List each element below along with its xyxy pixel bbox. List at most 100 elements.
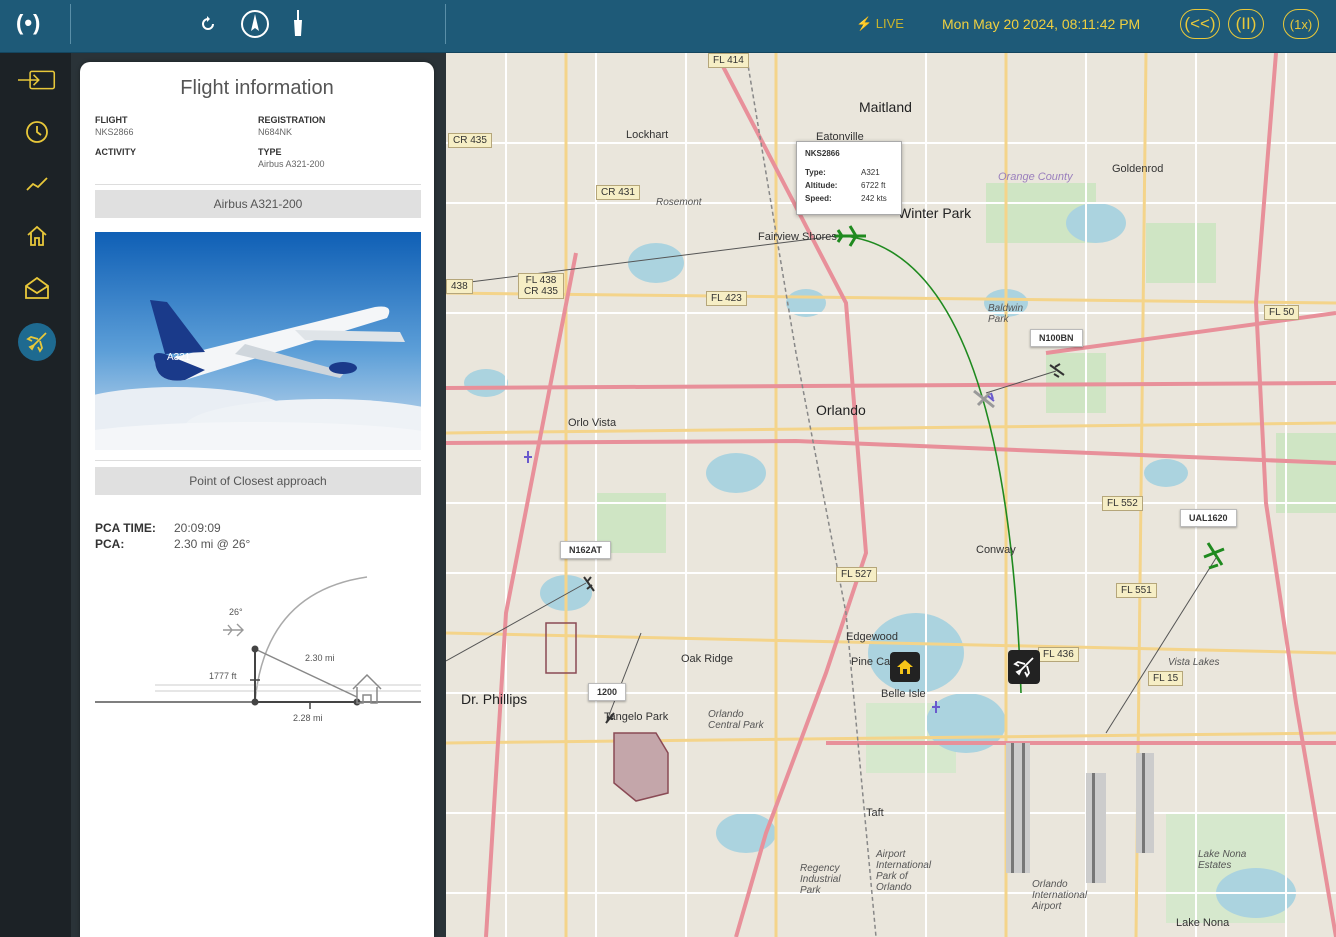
airport-marker[interactable] [1008, 650, 1040, 684]
svg-text:A321: A321 [167, 352, 191, 363]
pca-value: 2.30 mi @ 26° [174, 537, 251, 551]
flight-value: NKS2866 [95, 127, 134, 137]
aircraft-tag-n100bn[interactable]: N100BN [1030, 329, 1083, 347]
place-label: Taft [866, 807, 884, 819]
place-label: Lake Nona Estates [1198, 849, 1247, 871]
registration-value: N684NK [258, 127, 293, 137]
divider [95, 460, 421, 461]
pca-label: PCA: [95, 537, 125, 551]
route-label: FL 423 [706, 291, 747, 306]
place-label: Orlando International Airport [1032, 879, 1088, 912]
login-icon[interactable] [18, 61, 56, 99]
tooltip-callsign: NKS2866 [805, 149, 840, 158]
speed-button[interactable]: (1x) [1283, 9, 1319, 39]
mail-icon[interactable] [18, 269, 56, 307]
route-label: FL 552 [1102, 496, 1143, 511]
route-label: CR 431 [596, 185, 640, 200]
live-indicator: ⚡ LIVE [856, 16, 904, 31]
type-value: Airbus A321-200 [258, 159, 325, 169]
place-label: Regency Industrial Park [800, 863, 841, 896]
flight-info-panel: Flight information FLIGHT NKS2866 REGIST… [80, 62, 434, 937]
route-label: FL 414 [708, 53, 749, 68]
pca-time-value: 20:09:09 [174, 521, 221, 535]
place-label: Orlo Vista [568, 417, 617, 429]
clock-icon[interactable] [18, 113, 56, 151]
place-label: Belle Isle [881, 688, 926, 700]
aircraft-ual1620-icon [1203, 542, 1225, 570]
place-label: Baldwin Park [988, 303, 1024, 325]
activity-label: ACTIVITY [95, 147, 137, 157]
plane-icon[interactable] [18, 323, 56, 361]
ground-distance-label: 2.28 mi [293, 713, 323, 723]
aircraft-tag-1200[interactable]: 1200 [588, 683, 627, 701]
divider [445, 4, 446, 44]
registration-label: REGISTRATION [258, 115, 326, 125]
place-label: Oak Ridge [681, 653, 733, 665]
route-label: FL 50 [1264, 305, 1300, 320]
app-logo[interactable]: (•) [16, 10, 41, 36]
map-view[interactable]: Maitland Lockhart Winter Park Fairview S… [446, 53, 1336, 937]
pca-banner: Point of Closest approach [95, 467, 421, 495]
aircraft-photo: A321 [95, 232, 421, 450]
place-label: Orlando Central Park [708, 709, 764, 731]
place-label: Fairview Shores [758, 231, 837, 243]
rewind-button[interactable]: (<<) [1180, 9, 1220, 39]
place-label: Vista Lakes [1168, 657, 1220, 668]
aircraft-tag-ual1620[interactable]: UAL1620 [1180, 509, 1237, 527]
tooltip-altitude-value: 6722 ft [861, 181, 886, 190]
aircraft-banner: Airbus A321-200 [95, 190, 421, 218]
route-label: CR 435 [448, 133, 492, 148]
top-bar: (•) ⚡ LIVE Mon May 20 2024, 08:11:42 PM … [0, 0, 1336, 53]
panel-title: Flight information [180, 77, 334, 99]
place-label: Dr. Phillips [461, 691, 528, 707]
route-label: FL 436 [1038, 647, 1079, 662]
place-label: Goldenrod [1112, 163, 1164, 175]
place-label: Airport International Park of Orlando [876, 849, 932, 893]
range-icon[interactable] [283, 8, 313, 40]
pause-button[interactable]: (II) [1228, 9, 1264, 39]
compass-icon[interactable] [240, 8, 270, 40]
place-label: Conway [976, 544, 1016, 556]
tooltip-altitude-label: Altitude: [805, 181, 838, 190]
pca-diagram: 26° 2.30 mi 1777 ft 2.28 mi [95, 567, 421, 747]
plane-icon [223, 623, 244, 637]
home-icon [352, 673, 382, 704]
refresh-icon[interactable] [193, 8, 223, 40]
route-label: FL 15 [1148, 671, 1184, 686]
place-label: Edgewood [846, 631, 898, 643]
place-label: Lake Nona [1176, 917, 1230, 929]
airport-icon [524, 451, 532, 463]
tooltip-speed-label: Speed: [805, 194, 832, 203]
tooltip-speed-value: 242 kts [861, 194, 887, 203]
angle-label: 26° [229, 607, 243, 617]
divider [95, 184, 421, 185]
route-label: FL 438 CR 435 [518, 273, 564, 299]
datetime-display: Mon May 20 2024, 08:11:42 PM [942, 16, 1141, 32]
slant-distance-label: 2.30 mi [305, 653, 335, 663]
place-label: Rosemont [656, 197, 702, 208]
place-label: Orlando [816, 402, 866, 418]
pca-time-label: PCA TIME: [95, 521, 156, 535]
route-label: FL 527 [836, 567, 877, 582]
route-label: FL 551 [1116, 583, 1157, 598]
altitude-label: 1777 ft [209, 671, 237, 681]
chart-icon[interactable] [18, 165, 56, 203]
plane-icon [1013, 657, 1034, 678]
place-label: Maitland [859, 99, 912, 115]
flight-label: FLIGHT [95, 115, 128, 125]
sidebar [0, 53, 71, 937]
place-label: Lockhart [626, 129, 669, 141]
home-icon [897, 660, 913, 674]
place-label: Winter Park [898, 205, 972, 221]
divider [70, 4, 71, 44]
home-marker[interactable] [890, 652, 920, 682]
aircraft-tag-n162at[interactable]: N162AT [560, 541, 611, 559]
place-label: Tangelo Park [604, 711, 669, 723]
route-label: 438 [446, 279, 473, 294]
tooltip-type-label: Type: [805, 168, 826, 177]
home-icon[interactable] [18, 217, 56, 255]
aircraft-tooltip: NKS2866 Type: A321 Altitude: 6722 ft Spe… [796, 141, 902, 215]
type-label: TYPE [258, 147, 282, 157]
tooltip-type-value: A321 [861, 168, 880, 177]
aircraft-nks2866-icon [834, 225, 866, 247]
